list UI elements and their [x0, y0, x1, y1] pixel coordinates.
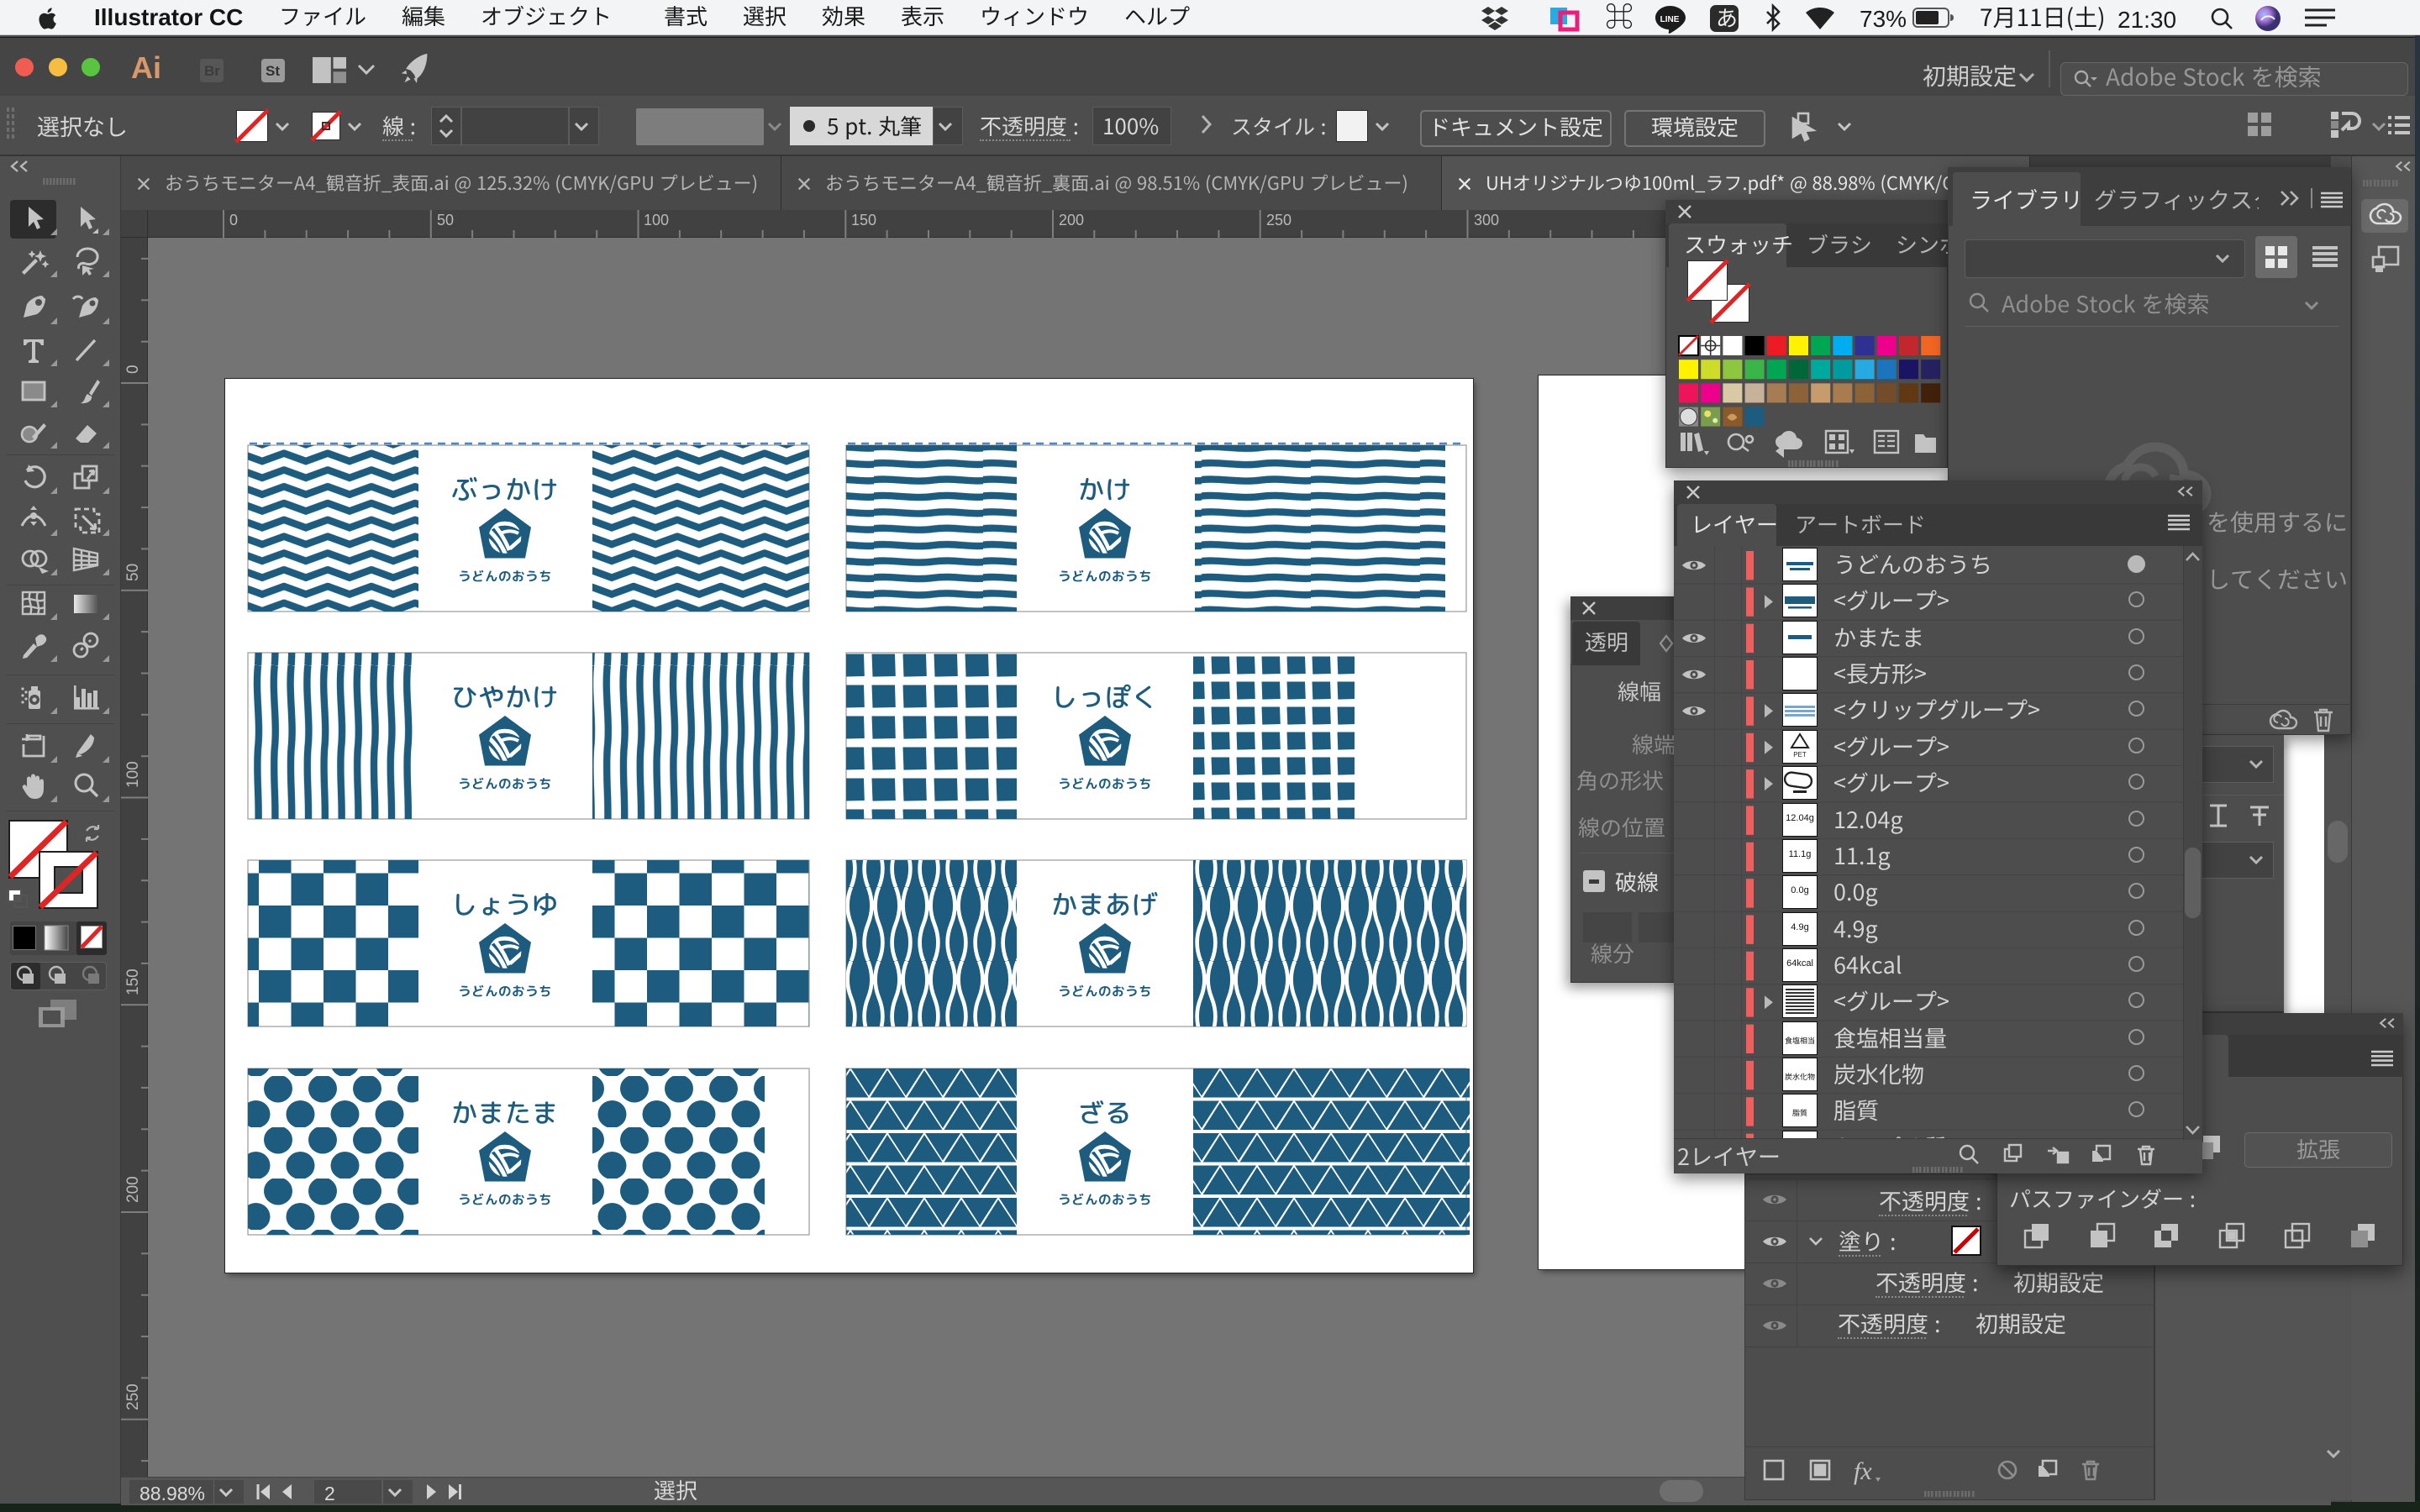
svg-text:PET: PET: [1793, 751, 1807, 759]
svg-text:fx: fx: [1854, 1457, 1872, 1485]
